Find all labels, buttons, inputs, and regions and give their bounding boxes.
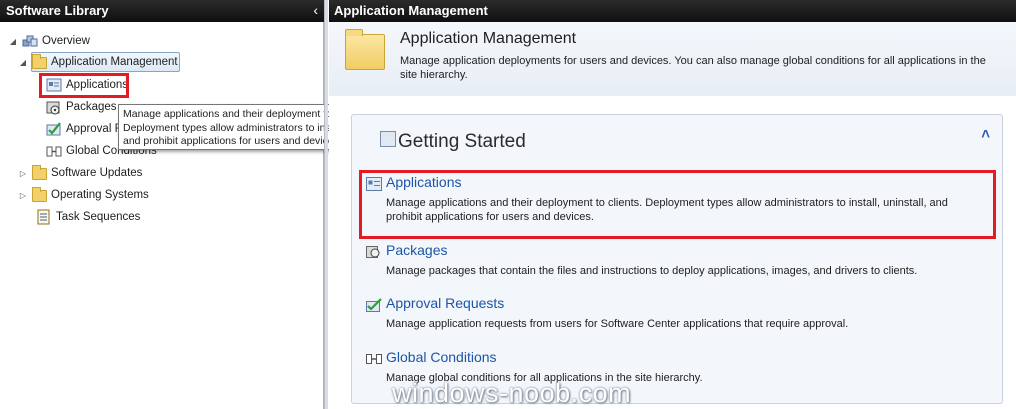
approval-requests-icon <box>46 121 62 137</box>
tree-item-label: Operating Systems <box>51 189 149 201</box>
tree-item-overview[interactable]: ◢ Overview <box>8 31 90 51</box>
content-pane-title: Application Management <box>334 3 488 18</box>
global-conditions-icon <box>46 143 62 159</box>
expanded-arrow-icon[interactable]: ◢ <box>18 57 28 67</box>
folder-icon <box>345 29 385 70</box>
packages-link[interactable]: Packages <box>386 242 447 258</box>
getting-started-item-packages: Packages Manage packages that contain th… <box>362 242 992 282</box>
getting-started-panel: Getting Started ˄ Applications Manage ap… <box>351 114 1003 404</box>
expanded-arrow-icon[interactable]: ◢ <box>8 36 18 46</box>
navigation-pane-title: Software Library <box>6 3 109 18</box>
tree-item-software-updates[interactable]: ▷ Software Updates <box>18 163 142 183</box>
tree-item-approval-requests[interactable]: Approval R <box>46 119 123 139</box>
tree-item-task-sequences[interactable]: Task Sequences <box>36 207 140 227</box>
global-conditions-icon <box>366 352 382 366</box>
overview-icon <box>22 33 38 49</box>
tree-item-label: Application Management <box>51 56 178 68</box>
tree-item-label: Task Sequences <box>56 211 141 223</box>
approval-requests-description: Manage application requests from users f… <box>386 318 849 330</box>
tree-item-label: Software Updates <box>51 167 143 179</box>
tree-item-packages[interactable]: Packages <box>46 97 117 117</box>
workspace-banner: Application Management Manage applicatio… <box>329 22 1016 96</box>
packages-description: Manage packages that contain the files a… <box>386 265 918 277</box>
collapsed-arrow-icon[interactable]: ▷ <box>18 190 28 200</box>
collapse-pane-button[interactable]: ‹ <box>313 2 318 18</box>
packages-icon <box>46 99 62 115</box>
global-conditions-link[interactable]: Global Conditions <box>386 349 497 365</box>
collapse-section-button[interactable]: ˄ <box>981 126 990 143</box>
highlight-box <box>39 73 129 98</box>
getting-started-title: Getting Started <box>398 131 526 152</box>
navigation-pane-header: Software Library ‹ <box>0 0 324 22</box>
content-pane-header: Application Management <box>329 0 1016 22</box>
approval-requests-icon <box>366 298 382 312</box>
tree-item-label: Overview <box>42 35 90 47</box>
pane-splitter[interactable] <box>324 0 328 409</box>
getting-started-icon <box>380 131 396 147</box>
task-sequences-icon <box>36 209 52 225</box>
collapsed-arrow-icon[interactable]: ▷ <box>18 168 28 178</box>
getting-started-item-approval-requests: Approval Requests Manage application req… <box>362 295 992 335</box>
banner-description: Manage application deployments for users… <box>400 55 986 81</box>
watermark: windows-noob.com <box>392 378 632 408</box>
tree-item-label: Approval R <box>66 123 123 135</box>
packages-icon <box>366 245 382 259</box>
highlight-box <box>359 170 996 239</box>
approval-requests-link[interactable]: Approval Requests <box>386 295 504 311</box>
banner-title: Application Management <box>400 30 577 47</box>
tree-item-operating-systems[interactable]: ▷ Operating Systems <box>18 185 149 205</box>
folder-icon <box>32 54 47 69</box>
folder-icon <box>32 165 47 180</box>
tree-item-application-management[interactable]: ◢ Application Management <box>18 52 178 72</box>
navigation-pane: Software Library ‹ ◢ Overview ◢ Applicat… <box>0 0 406 409</box>
folder-icon <box>32 187 47 202</box>
tree-item-label: Packages <box>66 101 117 113</box>
